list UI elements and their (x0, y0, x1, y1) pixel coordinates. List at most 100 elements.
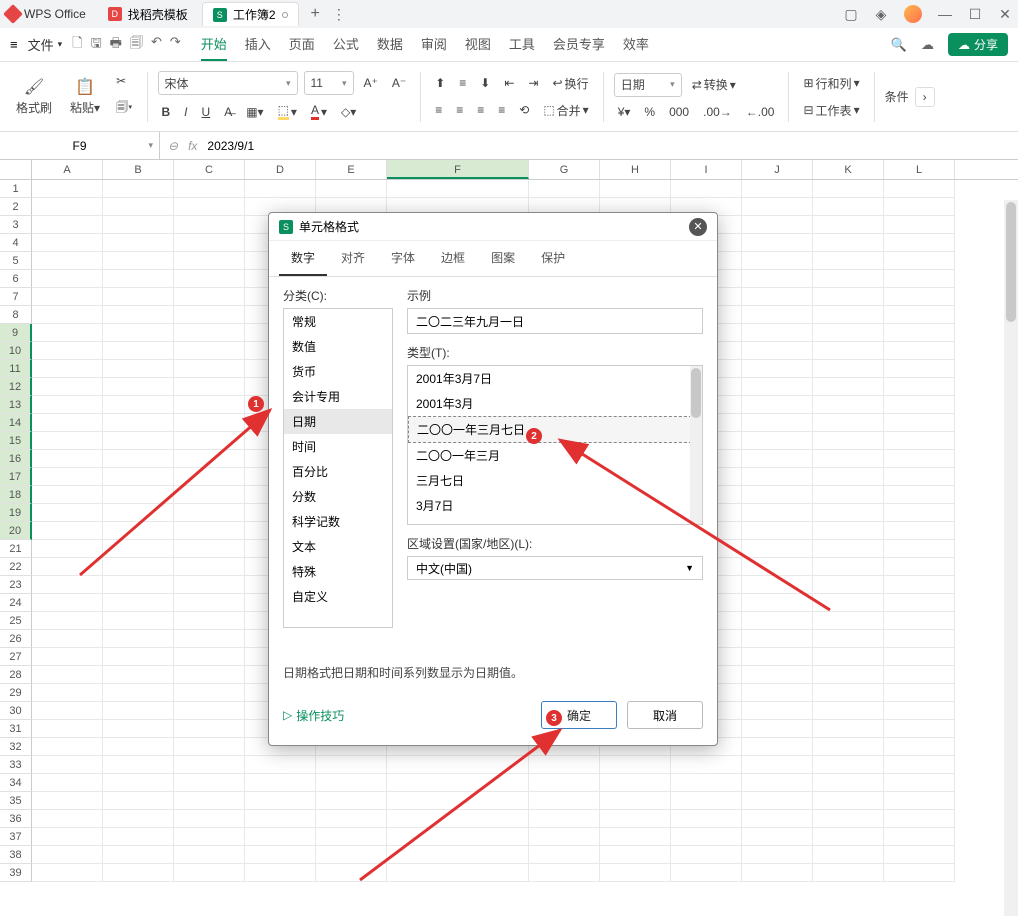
cell-A3[interactable] (32, 216, 103, 234)
cell-A32[interactable] (32, 738, 103, 756)
row-header-8[interactable]: 8 (0, 306, 32, 324)
row-header-31[interactable]: 31 (0, 720, 32, 738)
cell-J27[interactable] (742, 648, 813, 666)
col-header-I[interactable]: I (671, 160, 742, 179)
cell-B26[interactable] (103, 630, 174, 648)
cell-A36[interactable] (32, 810, 103, 828)
close-window-button[interactable]: ✕ (998, 7, 1012, 21)
cell-J1[interactable] (742, 180, 813, 198)
cell-J32[interactable] (742, 738, 813, 756)
align-right-button[interactable]: ≡ (473, 101, 488, 119)
cell-J37[interactable] (742, 828, 813, 846)
cell-I37[interactable] (671, 828, 742, 846)
merge-button[interactable]: ⬚ 合并▾ (539, 100, 592, 121)
cell-K8[interactable] (813, 306, 884, 324)
cell-D36[interactable] (245, 810, 316, 828)
cell-C8[interactable] (174, 306, 245, 324)
row-header-38[interactable]: 38 (0, 846, 32, 864)
cell-A18[interactable] (32, 486, 103, 504)
cell-L33[interactable] (884, 756, 955, 774)
align-justify-button[interactable]: ≡ (494, 101, 509, 119)
new-tab-button[interactable]: + (303, 5, 328, 23)
cell-C6[interactable] (174, 270, 245, 288)
cell-K25[interactable] (813, 612, 884, 630)
cell-G37[interactable] (529, 828, 600, 846)
type-item-1[interactable]: 2001年3月 (408, 391, 702, 416)
cell-C16[interactable] (174, 450, 245, 468)
cell-B8[interactable] (103, 306, 174, 324)
cell-C25[interactable] (174, 612, 245, 630)
save-icon[interactable]: 🖫 (91, 34, 102, 56)
row-header-12[interactable]: 12 (0, 378, 32, 396)
worksheet-button[interactable]: ⊟ 工作表▾ (799, 100, 863, 121)
cell-J13[interactable] (742, 396, 813, 414)
dialog-tab-number[interactable]: 数字 (279, 241, 327, 276)
cell-B36[interactable] (103, 810, 174, 828)
cell-A25[interactable] (32, 612, 103, 630)
cell-B16[interactable] (103, 450, 174, 468)
cell-C33[interactable] (174, 756, 245, 774)
row-header-26[interactable]: 26 (0, 630, 32, 648)
cell-C11[interactable] (174, 360, 245, 378)
cell-B15[interactable] (103, 432, 174, 450)
cell-L37[interactable] (884, 828, 955, 846)
row-header-35[interactable]: 35 (0, 792, 32, 810)
cell-L32[interactable] (884, 738, 955, 756)
cell-C26[interactable] (174, 630, 245, 648)
ribbon-tab-data[interactable]: 数据 (377, 28, 403, 61)
cell-H38[interactable] (600, 846, 671, 864)
cell-C15[interactable] (174, 432, 245, 450)
cell-L21[interactable] (884, 540, 955, 558)
cell-F36[interactable] (387, 810, 529, 828)
cell-L2[interactable] (884, 198, 955, 216)
tab-workbook[interactable]: S 工作簿2 (202, 2, 299, 26)
cell-C9[interactable] (174, 324, 245, 342)
cell-J23[interactable] (742, 576, 813, 594)
cell-C7[interactable] (174, 288, 245, 306)
type-item-6[interactable]: 星期三 (408, 518, 702, 525)
cell-K12[interactable] (813, 378, 884, 396)
row-header-37[interactable]: 37 (0, 828, 32, 846)
cell-B27[interactable] (103, 648, 174, 666)
cell-A11[interactable] (32, 360, 103, 378)
row-header-6[interactable]: 6 (0, 270, 32, 288)
cell-L34[interactable] (884, 774, 955, 792)
col-header-B[interactable]: B (103, 160, 174, 179)
cell-A2[interactable] (32, 198, 103, 216)
cell-L1[interactable] (884, 180, 955, 198)
cell-C28[interactable] (174, 666, 245, 684)
formula-input[interactable] (207, 139, 1010, 153)
cell-J31[interactable] (742, 720, 813, 738)
cut-button[interactable]: ✂ (112, 72, 130, 90)
cell-A8[interactable] (32, 306, 103, 324)
cell-J17[interactable] (742, 468, 813, 486)
ribbon-tab-view[interactable]: 视图 (465, 28, 491, 61)
cell-B13[interactable] (103, 396, 174, 414)
row-header-22[interactable]: 22 (0, 558, 32, 576)
ribbon-tab-insert[interactable]: 插入 (245, 28, 271, 61)
cell-C23[interactable] (174, 576, 245, 594)
cell-L10[interactable] (884, 342, 955, 360)
col-header-H[interactable]: H (600, 160, 671, 179)
ribbon-more-button[interactable]: › (915, 87, 935, 107)
cell-L17[interactable] (884, 468, 955, 486)
cell-C32[interactable] (174, 738, 245, 756)
cell-I36[interactable] (671, 810, 742, 828)
cell-I35[interactable] (671, 792, 742, 810)
type-item-2[interactable]: 二〇〇一年三月七日 (408, 416, 702, 443)
type-scrollbar[interactable] (690, 366, 702, 524)
clear-format-button[interactable]: ◇▾ (337, 103, 360, 121)
thousands-button[interactable]: 000 (665, 103, 693, 121)
cell-C4[interactable] (174, 234, 245, 252)
cell-B4[interactable] (103, 234, 174, 252)
cell-C24[interactable] (174, 594, 245, 612)
cell-C37[interactable] (174, 828, 245, 846)
cell-B14[interactable] (103, 414, 174, 432)
cell-A38[interactable] (32, 846, 103, 864)
cell-L22[interactable] (884, 558, 955, 576)
cell-B5[interactable] (103, 252, 174, 270)
cell-L38[interactable] (884, 846, 955, 864)
cell-L24[interactable] (884, 594, 955, 612)
cell-L31[interactable] (884, 720, 955, 738)
type-item-0[interactable]: 2001年3月7日 (408, 366, 702, 391)
